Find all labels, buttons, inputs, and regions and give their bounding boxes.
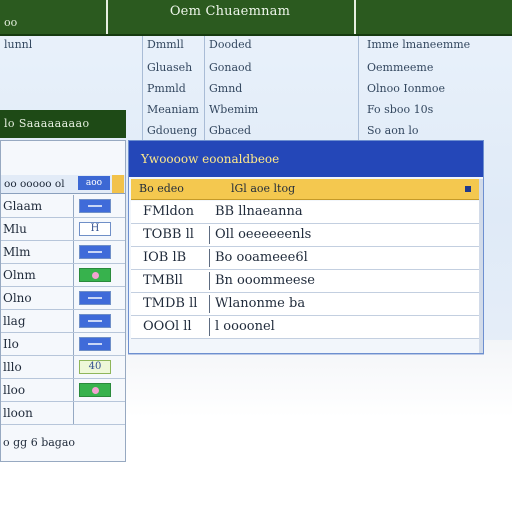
sheet-cell[interactable]: Fo sboo 10s (359, 99, 509, 120)
column-divider (209, 226, 210, 244)
sheet-cell[interactable]: Olnoo Ionmoe (359, 78, 509, 99)
ribbon-title: Oem Chuaemnam (169, 4, 291, 19)
list-item[interactable]: lloon (1, 402, 125, 425)
left-panel-footer: o gg 6 bagao (3, 436, 76, 449)
sheet-cell[interactable]: lunnl (0, 36, 142, 57)
column-header-label: oo ooooo ol (4, 178, 65, 190)
list-item[interactable]: Olnm (1, 264, 125, 287)
list-item-label: lloon (3, 402, 74, 424)
row-value: Bo ooameee6l (215, 250, 308, 265)
sheet-cell[interactable]: Gonaod (205, 57, 359, 78)
row-key: TMDB ll (143, 296, 198, 311)
selected-row-value: lGl aoe ltog (231, 182, 296, 195)
list-item-label: lllo (3, 356, 74, 378)
row-value: l oooonel (215, 319, 275, 334)
left-panel-header: lo Saaaaaaaao (0, 110, 126, 138)
selected-row[interactable]: Bo edeo lGl aoe ltog (131, 179, 481, 200)
column-divider (209, 272, 210, 290)
sheet-column-b: Dmmll Gluaseh Pmmld Meaniam Gdoueng (142, 36, 205, 141)
row-key: TOBB ll (143, 227, 194, 242)
column-divider (209, 318, 210, 336)
column-header-badge[interactable]: aoo (78, 176, 110, 190)
list-item[interactable]: Glaam (1, 195, 125, 218)
table-row[interactable]: IOB lB Bo ooameee6l (131, 247, 481, 270)
list-item[interactable]: Mlu H (1, 218, 125, 241)
status-badge[interactable] (79, 314, 111, 328)
row-value: Wlanonme ba (215, 296, 306, 311)
status-badge[interactable]: H (79, 222, 111, 236)
table-row[interactable]: TMDB ll Wlanonme ba (131, 293, 481, 316)
status-badge[interactable] (79, 268, 111, 282)
status-badge[interactable] (79, 245, 111, 259)
status-badge[interactable] (79, 291, 111, 305)
sheet-cell[interactable]: Gdoueng (143, 120, 205, 141)
sheet-cell[interactable]: Dmmll (143, 36, 205, 57)
list-item[interactable]: lllo 40 (1, 356, 125, 379)
dialog-scrollbar[interactable] (479, 179, 483, 353)
row-key: OOOl ll (143, 319, 192, 334)
status-badge[interactable] (79, 337, 111, 351)
list-item-label: Mlu (3, 218, 74, 240)
selected-row-key: Bo edeo (139, 182, 184, 195)
ribbon-left-label: oo (4, 16, 18, 29)
table-row[interactable]: FMldon BB llnaeanna (131, 201, 481, 224)
list-item-label: Mlm (3, 241, 74, 263)
list-item-label: Glaam (3, 195, 74, 217)
sheet-cell[interactable]: So aon lo (359, 120, 509, 141)
row-value: Oll oeeeeeenls (215, 227, 312, 242)
dialog-title: Ywoooow eoonaldbeoe (129, 141, 483, 177)
left-panel-column-header[interactable]: oo ooooo ol aoo (1, 175, 125, 194)
sheet-cell[interactable]: Oemmeeme (359, 57, 509, 78)
left-panel-table: oo ooooo ol aoo Glaam Mlu H Mlm Olnm Oln… (0, 140, 126, 462)
row-key: TMBll (143, 273, 183, 288)
sheet-cell[interactable]: Gbaced (205, 120, 359, 141)
row-key: FMldon (143, 204, 195, 219)
list-item[interactable]: lloo (1, 379, 125, 402)
status-badge[interactable] (79, 383, 111, 397)
sheet-cell[interactable]: Pmmld (143, 78, 205, 99)
list-item-label: Olno (3, 287, 74, 309)
list-item[interactable]: llag (1, 310, 125, 333)
row-key: IOB lB (143, 250, 187, 265)
row-value: Bn ooommeese (215, 273, 315, 288)
list-item-label: llag (3, 310, 74, 332)
sheet-column-a: lunnl (0, 36, 142, 57)
sheet-column-c: Dooded Gonaod Gmnd Wbemim Gbaced (204, 36, 359, 141)
details-dialog: Ywoooow eoonaldbeoe Bo edeo lGl aoe ltog… (128, 140, 484, 354)
table-row[interactable]: TMBll Bn ooommeese (131, 270, 481, 293)
sheet-cell[interactable]: Meaniam (143, 99, 205, 120)
sheet-column-d: Imme lmaneemme Oemmeeme Olnoo Ionmoe Fo … (358, 36, 509, 141)
sheet-cell[interactable]: Gluaseh (143, 57, 205, 78)
column-divider (209, 295, 210, 313)
sheet-cell[interactable]: Imme lmaneemme (359, 36, 509, 57)
row-value: BB llnaeanna (215, 204, 303, 219)
list-item[interactable]: Mlm (1, 241, 125, 264)
list-item-label: Olnm (3, 264, 74, 286)
column-header-marker (112, 175, 124, 193)
top-ribbon: oo Oem Chuaemnam (0, 0, 512, 36)
table-row[interactable]: OOOl ll l oooonel (131, 316, 481, 339)
sheet-cell[interactable]: Gmnd (205, 78, 359, 99)
table-row[interactable]: TOBB ll Oll oeeeeeenls (131, 224, 481, 247)
status-badge[interactable] (79, 199, 111, 213)
status-badge[interactable]: 40 (79, 360, 111, 374)
list-item-label: Ilo (3, 333, 74, 355)
sheet-cell[interactable]: Wbemim (205, 99, 359, 120)
column-divider (209, 249, 210, 267)
row-marker-icon (465, 186, 471, 192)
list-item[interactable]: Ilo (1, 333, 125, 356)
sheet-cell[interactable]: Dooded (205, 36, 359, 57)
list-item[interactable]: Olno (1, 287, 125, 310)
list-item-label: lloo (3, 379, 74, 401)
